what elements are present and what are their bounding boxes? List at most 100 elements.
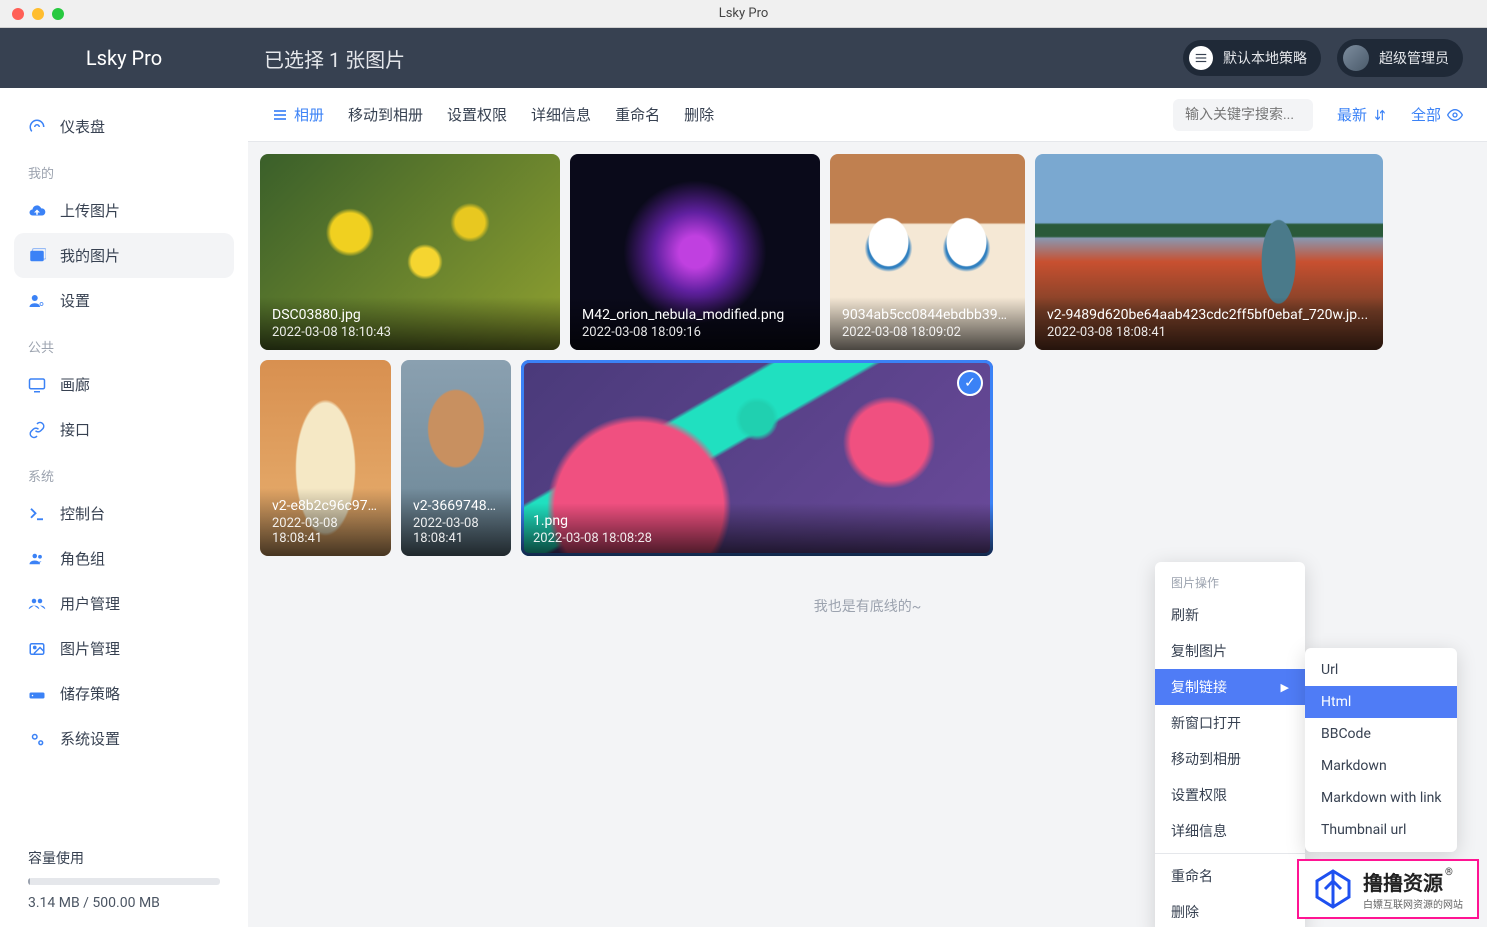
- delete-button[interactable]: 删除: [684, 104, 714, 125]
- sidebar-item-image[interactable]: 图片管理: [14, 626, 234, 671]
- sidebar-group: 系统: [14, 452, 234, 491]
- storage-bar: [28, 878, 220, 885]
- terminal-icon: [28, 505, 46, 523]
- thumb-date: 2022-03-08 18:09:02: [842, 325, 1013, 340]
- thumb-name: v2-e8b2c96c975f...: [272, 498, 379, 514]
- context-submenu-item[interactable]: BBCode: [1305, 718, 1457, 750]
- sidebar-item-label: 用户管理: [60, 593, 120, 614]
- images-icon: [28, 247, 46, 265]
- sidebar-item-cloud-upload[interactable]: 上传图片: [14, 188, 234, 233]
- context-menu-item[interactable]: 删除: [1155, 894, 1305, 927]
- sort-button[interactable]: 最新: [1337, 104, 1387, 125]
- sidebar-item-dashboard[interactable]: 仪表盘: [14, 104, 234, 149]
- context-submenu-item[interactable]: Markdown with link: [1305, 782, 1457, 814]
- sidebar-item-label: 设置: [60, 290, 90, 311]
- context-menu-item[interactable]: 刷新: [1155, 597, 1305, 633]
- rename-button[interactable]: 重命名: [615, 104, 660, 125]
- context-submenu-item[interactable]: Thumbnail url: [1305, 814, 1457, 846]
- thumb-name: 9034ab5cc0844ebdbb39dc...: [842, 307, 1013, 323]
- user-group-icon: [28, 595, 46, 613]
- context-menu-item[interactable]: 复制链接▶: [1155, 669, 1305, 705]
- sidebar-group: 公共: [14, 323, 234, 362]
- context-submenu-item[interactable]: Url: [1305, 654, 1457, 686]
- user-chip[interactable]: 超级管理员: [1337, 39, 1463, 77]
- header: Lsky Pro 已选择 1 张图片 默认本地策略 超级管理员: [0, 28, 1487, 88]
- avatar: [1343, 45, 1369, 71]
- watermark: 撸撸资源® 白嫖互联网资源的网站: [1297, 859, 1479, 919]
- strategy-chip[interactable]: 默认本地策略: [1183, 40, 1321, 76]
- image-thumb[interactable]: v2-36697487... 2022-03-08 18:08:41: [401, 360, 511, 556]
- check-icon: ✓: [957, 370, 983, 396]
- sidebar-group: 我的: [14, 149, 234, 188]
- context-submenu-item[interactable]: Html: [1305, 686, 1457, 718]
- sidebar-item-link[interactable]: 接口: [14, 407, 234, 452]
- thumb-name: DSC03880.jpg: [272, 307, 548, 323]
- users-icon: [28, 550, 46, 568]
- chevron-right-icon: ▶: [1281, 681, 1289, 694]
- context-menu-item[interactable]: 详细信息: [1155, 813, 1305, 849]
- thumb-name: 1.png: [533, 513, 981, 529]
- cloud-upload-icon: [28, 202, 46, 220]
- minimize-window-icon[interactable]: [32, 8, 44, 20]
- thumb-date: 2022-03-08 18:10:43: [272, 325, 548, 340]
- context-menu-item[interactable]: 新窗口打开: [1155, 705, 1305, 741]
- image-thumb[interactable]: M42_orion_nebula_modified.png2022-03-08 …: [570, 154, 820, 350]
- image-thumb[interactable]: DSC03880.jpg 2022-03-08 18:10:43: [260, 154, 560, 350]
- image-thumb[interactable]: v2-e8b2c96c975f... 2022-03-08 18:08:41: [260, 360, 391, 556]
- sidebar-item-label: 仪表盘: [60, 116, 105, 137]
- thumb-date: 2022-03-08 18:08:41: [413, 516, 499, 546]
- window-title: Lsky Pro: [719, 6, 769, 21]
- sidebar-item-users[interactable]: 角色组: [14, 536, 234, 581]
- context-menu-item[interactable]: 重命名: [1155, 858, 1305, 894]
- thumb-name: v2-36697487...: [413, 498, 499, 514]
- filter-button[interactable]: 全部: [1411, 104, 1463, 125]
- sidebar-item-drive[interactable]: 储存策略: [14, 671, 234, 716]
- storage-title: 容量使用: [28, 848, 220, 868]
- image-thumb[interactable]: v2-9489d620be64aab423cdc2ff5bf0ebaf_720w…: [1035, 154, 1383, 350]
- context-menu: 图片操作刷新复制图片复制链接▶新窗口打开移动到相册设置权限详细信息重命名删除: [1155, 562, 1305, 927]
- image-icon: [28, 640, 46, 658]
- sidebar-item-label: 系统设置: [60, 728, 120, 749]
- search-input[interactable]: [1173, 99, 1313, 131]
- maximize-window-icon[interactable]: [52, 8, 64, 20]
- link-icon: [28, 421, 46, 439]
- context-menu-item[interactable]: 复制图片: [1155, 633, 1305, 669]
- traffic-lights: [0, 8, 64, 20]
- sidebar: 仪表盘我的上传图片我的图片设置公共画廊接口系统控制台角色组用户管理图片管理储存策…: [0, 88, 248, 927]
- sidebar-item-images[interactable]: 我的图片: [14, 233, 234, 278]
- image-thumb[interactable]: 9034ab5cc0844ebdbb39dc... 2022-03-08 18:0…: [830, 154, 1025, 350]
- user-cog-icon: [28, 292, 46, 310]
- context-submenu-item[interactable]: Markdown: [1305, 750, 1457, 782]
- move-button[interactable]: 移动到相册: [348, 104, 423, 125]
- thumb-date: 2022-03-08 18:09:16: [582, 325, 808, 340]
- sidebar-item-label: 图片管理: [60, 638, 120, 659]
- logo[interactable]: Lsky Pro: [24, 46, 224, 70]
- album-button[interactable]: 相册: [272, 104, 324, 125]
- context-submenu: UrlHtmlBBCodeMarkdownMarkdown with linkT…: [1305, 648, 1457, 852]
- sidebar-item-label: 控制台: [60, 503, 105, 524]
- thumb-date: 2022-03-08 18:08:41: [272, 516, 379, 546]
- sidebar-item-cogs[interactable]: 系统设置: [14, 716, 234, 761]
- watermark-logo-icon: [1313, 869, 1353, 909]
- context-menu-item[interactable]: 移动到相册: [1155, 741, 1305, 777]
- close-window-icon[interactable]: [12, 8, 24, 20]
- sidebar-item-label: 我的图片: [60, 245, 120, 266]
- toolbar: 相册 移动到相册 设置权限 详细信息 重命名 删除 最新 全部: [248, 88, 1487, 142]
- strategy-label: 默认本地策略: [1223, 48, 1307, 68]
- titlebar: Lsky Pro: [0, 0, 1487, 28]
- gallery: DSC03880.jpg 2022-03-08 18:10:43 M42_orion…: [248, 142, 1487, 927]
- main: 相册 移动到相册 设置权限 详细信息 重命名 删除 最新 全部 DSC03880…: [248, 88, 1487, 927]
- context-menu-item[interactable]: 设置权限: [1155, 777, 1305, 813]
- sidebar-item-user-group[interactable]: 用户管理: [14, 581, 234, 626]
- dashboard-icon: [28, 118, 46, 136]
- monitor-icon: [28, 376, 46, 394]
- drive-icon: [28, 685, 46, 703]
- sidebar-item-label: 储存策略: [60, 683, 120, 704]
- sidebar-item-terminal[interactable]: 控制台: [14, 491, 234, 536]
- image-thumb[interactable]: ✓1.png2022-03-08 18:08:28: [521, 360, 993, 556]
- sidebar-item-label: 接口: [60, 419, 90, 440]
- sidebar-item-monitor[interactable]: 画廊: [14, 362, 234, 407]
- permission-button[interactable]: 设置权限: [447, 104, 507, 125]
- detail-button[interactable]: 详细信息: [531, 104, 591, 125]
- sidebar-item-user-cog[interactable]: 设置: [14, 278, 234, 323]
